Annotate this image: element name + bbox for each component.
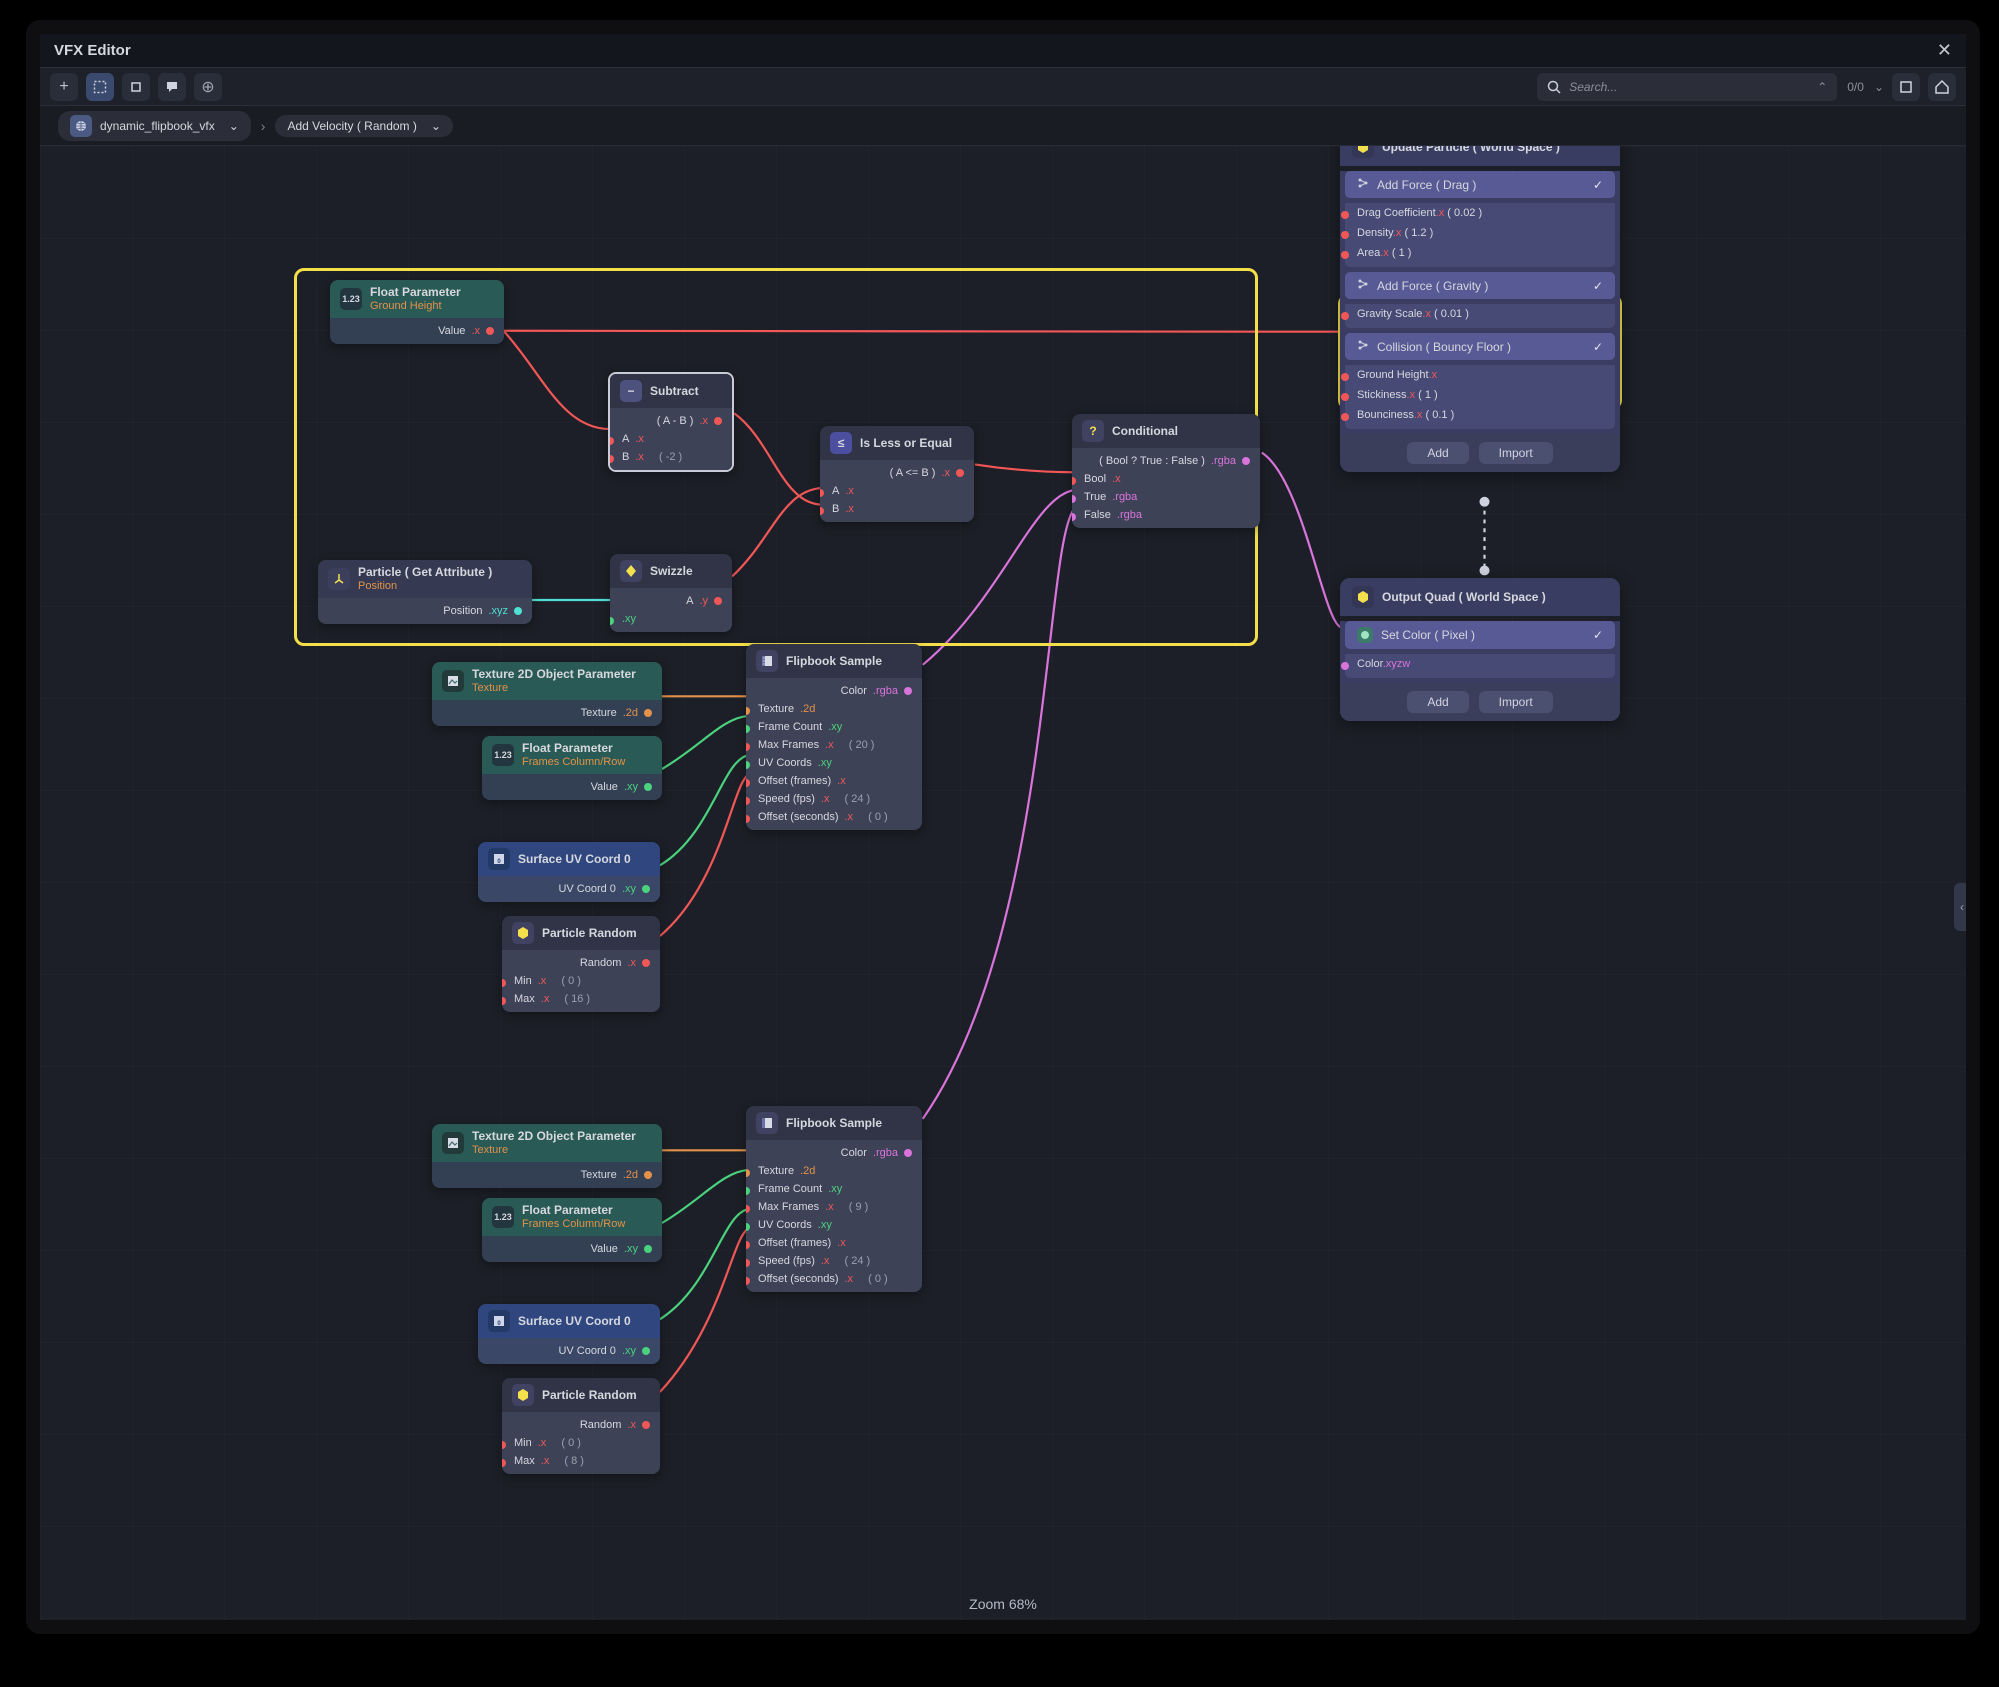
add-button[interactable]: Add <box>1407 691 1468 713</box>
toolbar: + ⊕ Search... ⌃ 0/0 ⌄ <box>40 68 1966 106</box>
node-texture-param-1[interactable]: Texture 2D Object Parameter Texture Text… <box>432 662 662 726</box>
search-counter: 0/0 <box>1847 80 1864 94</box>
close-icon[interactable]: ✕ <box>1937 40 1952 61</box>
search-icon <box>1547 80 1561 94</box>
block-add-force-gravity[interactable]: Add Force ( Gravity ) ✓ <box>1345 272 1615 299</box>
node-particle-random-2[interactable]: Particle Random Random.x Min.x ( 0 ) Max… <box>502 1378 660 1474</box>
titlebar: VFX Editor ✕ <box>40 34 1966 68</box>
chevron-down-icon: ⌄ <box>431 119 441 133</box>
texture-icon <box>442 1132 464 1154</box>
node-conditional[interactable]: ? Conditional ( Bool ? True : False ).rg… <box>1072 414 1260 528</box>
block-add-force-drag[interactable]: Add Force ( Drag ) ✓ <box>1345 171 1615 198</box>
add-button[interactable]: Add <box>1407 442 1468 464</box>
quad-icon <box>1352 586 1374 608</box>
particle-icon <box>1352 146 1374 158</box>
uv-icon: 0 <box>488 1310 510 1332</box>
node-surface-uv-1[interactable]: 0 Surface UV Coord 0 UV Coord 0.xy <box>478 842 660 902</box>
conditional-icon: ? <box>1082 420 1104 442</box>
chevron-right-icon: › <box>261 118 266 134</box>
share-icon <box>1357 339 1369 354</box>
context-output-quad[interactable]: Output Quad ( World Space ) Set Color ( … <box>1340 578 1620 721</box>
check-icon: ✓ <box>1593 279 1603 293</box>
zoom-level: Zoom 68% <box>969 1596 1037 1612</box>
breadcrumb-node[interactable]: Add Velocity ( Random ) ⌄ <box>275 115 452 137</box>
block-collision-bouncy[interactable]: Collision ( Bouncy Floor ) ✓ <box>1345 333 1615 360</box>
editor-window: VFX Editor ✕ + ⊕ Search... ⌃ 0/0 ⌄ <box>26 20 1980 1634</box>
context-update-particle[interactable]: Update Particle ( World Space ) Add Forc… <box>1340 146 1620 472</box>
float-icon: 1.23 <box>492 744 514 766</box>
random-icon <box>512 922 534 944</box>
breadcrumb: dynamic_flipbook_vfx ⌄ › Add Velocity ( … <box>40 106 1966 146</box>
select-mode-button[interactable] <box>86 73 114 101</box>
texture-icon <box>442 670 464 692</box>
home-button[interactable] <box>1928 73 1956 101</box>
comment-button[interactable] <box>158 73 186 101</box>
import-button[interactable]: Import <box>1479 442 1553 464</box>
check-icon: ✓ <box>1593 178 1603 192</box>
node-float-ground-height[interactable]: 1.23 Float Parameter Ground Height Value… <box>330 280 504 344</box>
node-subtract[interactable]: − Subtract ( A - B ).x A.x B.x ( -2 ) <box>608 372 734 472</box>
uv-icon: 0 <box>488 848 510 870</box>
node-is-less-or-equal[interactable]: ≤ Is Less or Equal ( A <= B ).x A.x B.x <box>820 426 974 522</box>
node-particle-random-1[interactable]: Particle Random Random.x Min.x ( 0 ) Max… <box>502 916 660 1012</box>
node-texture-param-2[interactable]: Texture 2D Object Parameter Texture Text… <box>432 1124 662 1188</box>
node-flipbook-sample-2[interactable]: Flipbook Sample Color.rgba Texture.2d Fr… <box>746 1106 922 1292</box>
search-input[interactable]: Search... ⌃ <box>1537 73 1837 101</box>
fit-button[interactable] <box>1892 73 1920 101</box>
search-placeholder: Search... <box>1569 80 1617 94</box>
node-particle-get-attribute[interactable]: Particle ( Get Attribute ) Position Posi… <box>318 560 532 624</box>
import-button[interactable]: Import <box>1479 691 1553 713</box>
block-set-color[interactable]: Set Color ( Pixel ) ✓ <box>1345 621 1615 649</box>
float-icon: 1.23 <box>492 1206 514 1228</box>
subtract-icon: − <box>620 380 642 402</box>
chevron-down-icon: ⌄ <box>229 119 239 133</box>
swizzle-icon <box>620 560 642 582</box>
side-panel-toggle[interactable]: ‹ <box>1954 883 1966 931</box>
color-icon <box>1357 627 1373 643</box>
node-surface-uv-2[interactable]: 0 Surface UV Coord 0 UV Coord 0.xy <box>478 1304 660 1364</box>
check-icon: ✓ <box>1593 628 1603 642</box>
canvas[interactable]: 1.23 Float Parameter Ground Height Value… <box>40 146 1966 1620</box>
add-circle-button[interactable]: ⊕ <box>194 73 222 101</box>
drag-mode-button[interactable] <box>122 73 150 101</box>
window-title: VFX Editor <box>54 42 131 59</box>
globe-icon <box>70 115 92 137</box>
share-icon <box>1357 278 1369 293</box>
flipbook-icon <box>756 1112 778 1134</box>
share-icon <box>1357 177 1369 192</box>
float-icon: 1.23 <box>340 288 362 310</box>
node-float-framecol-1[interactable]: 1.23 Float Parameter Frames Column/Row V… <box>482 736 662 800</box>
add-button[interactable]: + <box>50 73 78 101</box>
node-swizzle[interactable]: Swizzle A.y .xy <box>610 554 732 632</box>
leq-icon: ≤ <box>830 432 852 454</box>
node-flipbook-sample-1[interactable]: Flipbook Sample Color.rgba Texture.2d Fr… <box>746 644 922 830</box>
node-float-framecol-2[interactable]: 1.23 Float Parameter Frames Column/Row V… <box>482 1198 662 1262</box>
check-icon: ✓ <box>1593 340 1603 354</box>
attribute-icon <box>328 568 350 590</box>
random-icon <box>512 1384 534 1406</box>
breadcrumb-asset[interactable]: dynamic_flipbook_vfx ⌄ <box>58 111 251 141</box>
flipbook-icon <box>756 650 778 672</box>
